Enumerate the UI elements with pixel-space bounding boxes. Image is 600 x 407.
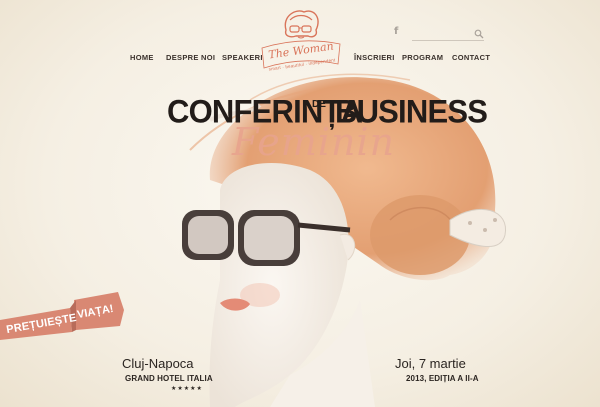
venue-stars: ★★★★★ [171,386,203,392]
facebook-icon[interactable]: f [394,26,398,37]
search-icon[interactable] [474,29,484,39]
event-venue: GRAND HOTEL ITALIA [125,374,213,383]
headline-feminin: Feminin [232,120,396,164]
event-date: Joi, 7 martie [395,356,466,371]
search-input[interactable] [412,40,484,41]
headline-de: DE [312,99,326,110]
event-city: Cluj-Napoca [122,356,194,371]
event-edition: 2013, EDIȚIA A II-A [406,374,479,383]
